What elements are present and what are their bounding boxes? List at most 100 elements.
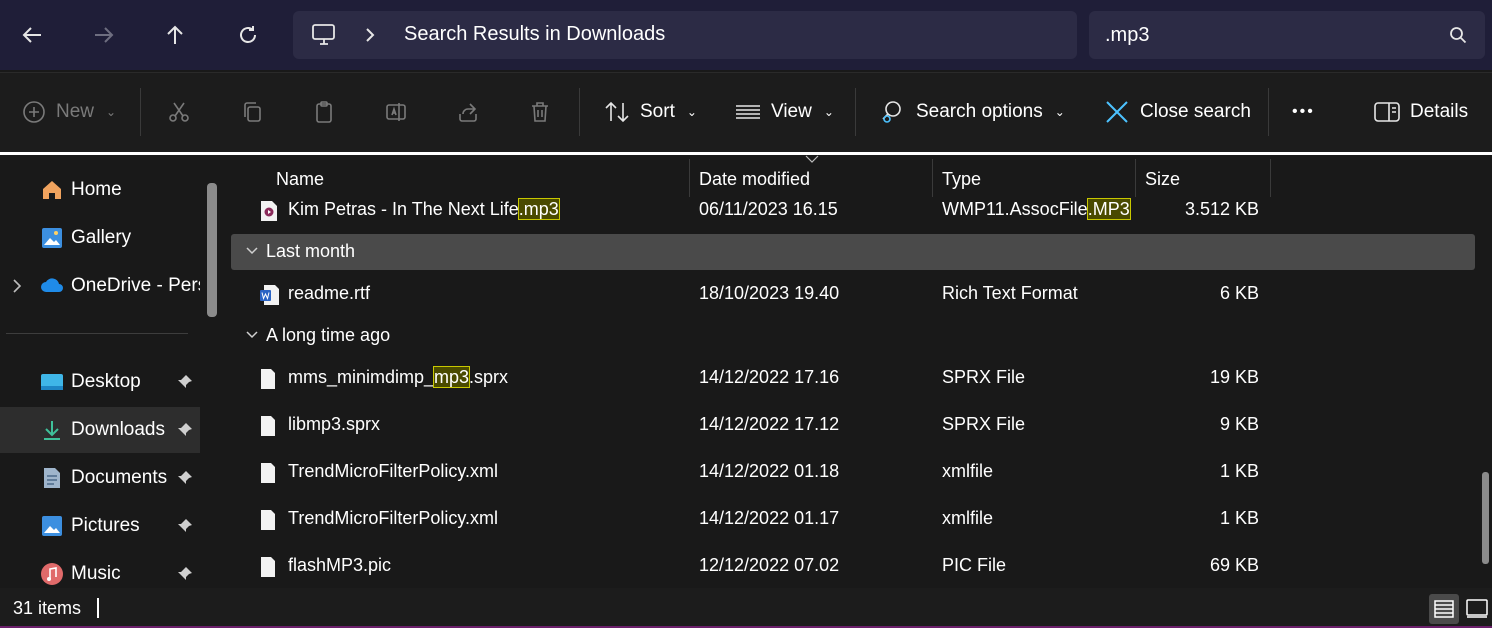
- pin-icon[interactable]: [177, 374, 193, 390]
- file-size: 9 KB: [1219, 414, 1259, 434]
- onedrive-icon: [41, 278, 63, 292]
- more-options-button[interactable]: •••: [1292, 90, 1315, 134]
- sort-icon: [605, 101, 629, 123]
- file-date: 14/12/2022 17.12: [699, 414, 840, 434]
- large-icons-view-button[interactable]: [1462, 594, 1492, 624]
- desktop-icon: [41, 374, 63, 390]
- pin-icon[interactable]: [177, 566, 193, 582]
- search-box[interactable]: [1089, 11, 1485, 59]
- sort-label: Sort: [640, 101, 675, 122]
- chevron-down-icon: ⌄: [106, 105, 117, 119]
- close-search-label: Close search: [1140, 101, 1251, 122]
- sidebar-item-label: Music: [71, 563, 121, 584]
- file-list-scrollbar[interactable]: [1482, 472, 1489, 564]
- pin-icon[interactable]: [177, 470, 193, 486]
- sidebar-item-label: Home: [71, 179, 122, 200]
- search-match-highlight: .MP3: [1086, 198, 1131, 220]
- clipboard-icon: [316, 101, 332, 123]
- sidebar-item-downloads[interactable]: Downloads: [0, 407, 200, 453]
- group-label: Last month: [266, 241, 356, 261]
- chevron-right-icon[interactable]: [363, 26, 377, 44]
- table-row[interactable]: TrendMicroFilterPolicy.xml 14/12/2022 01…: [228, 499, 1492, 541]
- new-label: New: [56, 101, 95, 122]
- large-icons-view-icon: [1466, 599, 1488, 618]
- search-icon[interactable]: [1449, 26, 1467, 44]
- file-icon: [261, 557, 275, 577]
- search-match-highlight: mp3: [433, 366, 471, 388]
- more-icon: •••: [1292, 103, 1315, 120]
- table-row[interactable]: flashMP3.pic 12/12/2022 07.02 PIC File 6…: [228, 546, 1492, 588]
- group-header-long-time-ago[interactable]: A long time ago: [231, 318, 1475, 354]
- sort-button[interactable]: Sort ⌄: [604, 90, 697, 134]
- file-type-part: WMP11.AssocFile: [942, 199, 1088, 219]
- file-name-part: Kim Petras - In The Next Life: [288, 199, 519, 219]
- chevron-down-icon: [246, 247, 258, 255]
- sidebar-scrollbar[interactable]: [207, 183, 217, 317]
- this-pc-icon[interactable]: [311, 23, 337, 47]
- downloads-icon: [44, 421, 60, 440]
- sidebar-item-onedrive[interactable]: OneDrive - Perso: [0, 263, 200, 309]
- divider: [6, 333, 188, 334]
- close-search-button[interactable]: Close search: [1104, 90, 1251, 134]
- table-row[interactable]: mms_minimdimp_mp3.sprx 14/12/2022 17.16 …: [228, 358, 1492, 400]
- forward-button[interactable]: [84, 15, 124, 55]
- file-type: SPRX File: [942, 367, 1026, 387]
- file-name: readme.rtf: [288, 283, 371, 303]
- file-icon: [261, 369, 275, 389]
- file-type: WMP11.AssocFile.MP3: [942, 198, 1131, 220]
- table-row[interactable]: readme.rtf 18/10/2023 19.40 Rich Text Fo…: [228, 274, 1492, 316]
- search-input[interactable]: [1105, 21, 1425, 49]
- file-date: 18/10/2023 19.40: [699, 283, 840, 303]
- pin-icon[interactable]: [177, 518, 193, 534]
- sidebar-item-pictures[interactable]: Pictures: [0, 503, 200, 549]
- file-date: 12/12/2022 07.02: [699, 555, 840, 575]
- file-type: PIC File: [942, 555, 1007, 575]
- file-date: 14/12/2022 17.16: [699, 367, 840, 387]
- file-name: flashMP3.pic: [288, 555, 392, 575]
- text-cursor: [97, 598, 99, 618]
- breadcrumb[interactable]: Search Results in Downloads: [404, 23, 665, 46]
- view-button[interactable]: View ⌄: [735, 90, 834, 134]
- group-header-last-month[interactable]: Last month: [231, 234, 1475, 270]
- cut-button[interactable]: [167, 90, 191, 134]
- details-view-icon: [1434, 600, 1454, 618]
- sidebar-item-gallery[interactable]: Gallery: [0, 215, 200, 261]
- plus-circle-icon: [23, 101, 45, 123]
- sidebar-item-home[interactable]: Home: [0, 167, 200, 213]
- chevron-right-icon[interactable]: [10, 277, 24, 295]
- pin-icon[interactable]: [177, 422, 193, 438]
- file-name: mms_minimdimp_mp3.sprx: [288, 366, 509, 388]
- table-row[interactable]: libmp3.sprx 14/12/2022 17.12 SPRX File 9…: [228, 405, 1492, 447]
- search-options-button[interactable]: Search options ⌄: [880, 90, 1065, 134]
- refresh-icon: [240, 26, 256, 43]
- file-date: 14/12/2022 01.18: [699, 461, 840, 481]
- paste-button[interactable]: [312, 90, 336, 134]
- sidebar-item-documents[interactable]: Documents: [0, 455, 200, 501]
- sidebar-item-label: Desktop: [71, 371, 141, 392]
- table-row[interactable]: Kim Petras - In The Next Life.mp3 06/11/…: [228, 190, 1492, 232]
- up-arrow-icon: [167, 25, 183, 44]
- file-type: xmlfile: [942, 461, 994, 481]
- navigation-pane: Home Gallery OneDrive - Perso Desktop Do…: [0, 155, 228, 588]
- up-button[interactable]: [155, 15, 195, 55]
- back-button[interactable]: [12, 15, 52, 55]
- new-button[interactable]: New ⌄: [22, 90, 116, 134]
- details-button[interactable]: Details: [1374, 90, 1468, 134]
- search-options-label: Search options: [916, 101, 1043, 122]
- divider: [855, 88, 856, 136]
- file-name-part: .sprx: [469, 367, 509, 387]
- file-list: Name Date modified Type Size Kim Petras …: [228, 155, 1492, 588]
- refresh-button[interactable]: [228, 15, 268, 55]
- address-bar[interactable]: Search Results in Downloads: [293, 11, 1077, 59]
- sidebar-item-label: Documents: [71, 467, 168, 488]
- rename-button[interactable]: [384, 90, 408, 134]
- copy-button[interactable]: [240, 90, 264, 134]
- chevron-down-icon: ⌄: [823, 105, 834, 119]
- details-view-button[interactable]: [1429, 594, 1459, 624]
- divider: [579, 88, 580, 136]
- file-name: Kim Petras - In The Next Life.mp3: [288, 198, 560, 220]
- table-row[interactable]: TrendMicroFilterPolicy.xml 14/12/2022 01…: [228, 452, 1492, 494]
- delete-button[interactable]: [528, 90, 552, 134]
- sidebar-item-desktop[interactable]: Desktop: [0, 359, 200, 405]
- share-button[interactable]: [456, 90, 480, 134]
